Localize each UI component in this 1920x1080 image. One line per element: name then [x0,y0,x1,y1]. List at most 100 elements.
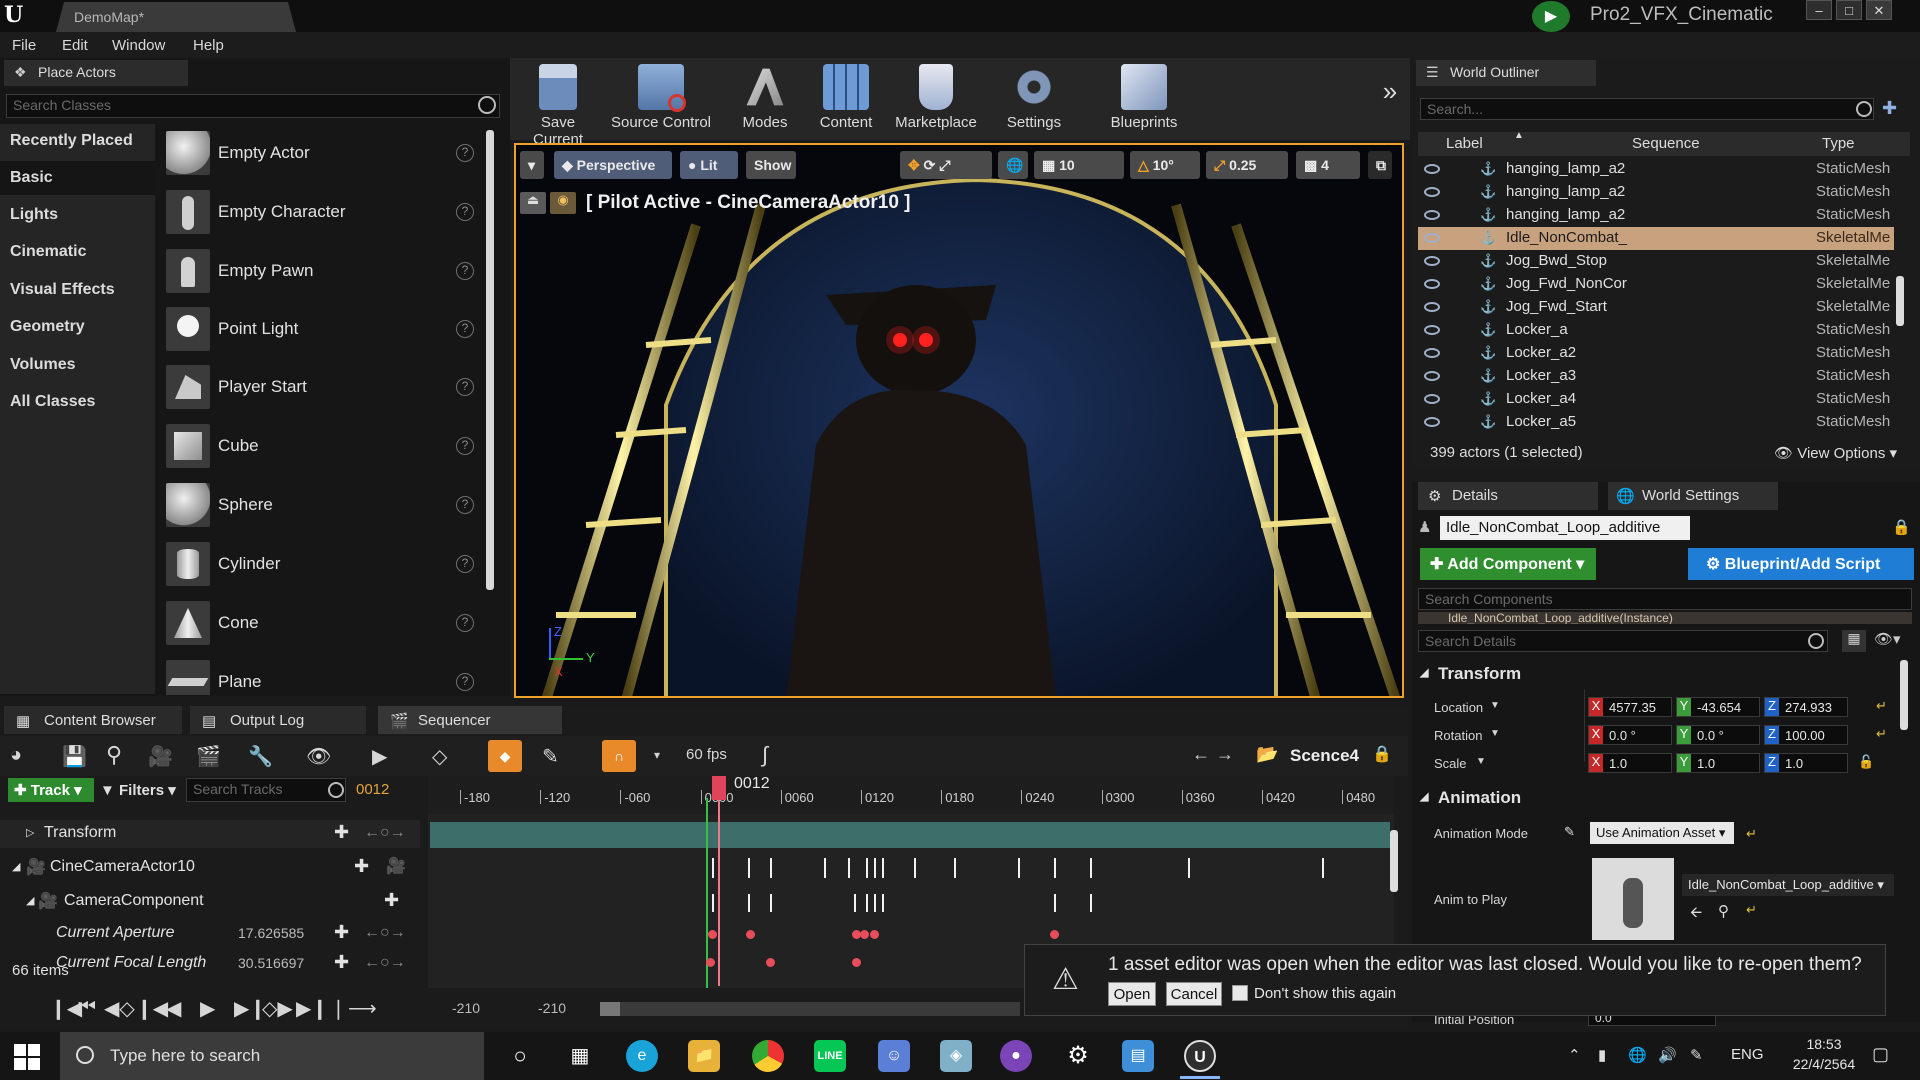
add-key-icon[interactable]: ✚ [384,890,399,911]
track-value[interactable]: 30.516697 [238,955,304,971]
chevron-down-icon[interactable]: ▼ [1490,700,1500,711]
discord-icon[interactable]: ☺ [878,1040,910,1072]
help-icon[interactable]: ? [456,262,474,280]
scale-z-field[interactable]: Z 1.0 [1764,753,1848,773]
visibility-eye-icon[interactable] [1424,256,1440,266]
content-button[interactable]: Content [810,58,882,140]
reset-icon[interactable]: ↵ [1876,698,1887,714]
battery-icon[interactable]: ▮ [1598,1046,1606,1064]
collapse-icon[interactable]: ◢ [12,860,20,873]
document-tab[interactable]: DemoMap* [56,2,296,32]
lock-scale-icon[interactable]: 🔓 [1858,754,1874,770]
col-type[interactable]: Type [1822,135,1855,152]
outliner-row[interactable]: ⚓ Jog_Fwd_Start SkeletalMe [1418,296,1894,319]
previous-key-icon[interactable]: ◀◇ [104,996,135,1021]
actor-item[interactable]: Point Light ? [160,302,480,360]
camera-cut-icon[interactable]: 🎥 [386,856,406,876]
visibility-eye-icon[interactable] [1424,302,1440,312]
range-end-icon[interactable]: ⟶ [348,996,377,1021]
keyframe-mark[interactable] [712,894,714,912]
component-row[interactable]: Idle_NonCombat_Loop_additive(Instance) [1418,612,1912,624]
rotation-snap-button[interactable]: △ 10° [1130,151,1200,179]
keyframe-mark[interactable] [848,858,850,878]
clock-time[interactable]: 18:53 [1794,1036,1854,1052]
outliner-row[interactable]: ⚓ hanging_lamp_a2 StaticMesh [1418,204,1894,227]
visibility-eye-icon[interactable] [1424,371,1440,381]
gear-icon[interactable]: ⚙ [1062,1040,1094,1072]
grid-snap-button[interactable]: ▦ 10 [1034,151,1124,179]
category-lights[interactable]: Lights [0,198,155,232]
keyframe-mark[interactable] [1188,858,1190,878]
col-sequence[interactable]: Sequence [1632,135,1700,152]
keyframe-mark[interactable] [748,858,750,878]
maximize-viewport-icon[interactable]: ⧉ [1368,151,1392,179]
browse-icon[interactable]: ⚲ [1718,902,1729,920]
task-view-icon[interactable]: ▦ [564,1040,596,1072]
curve-editor-icon[interactable]: ∫ [762,742,768,768]
toolbar-overflow-button[interactable]: » [1378,58,1402,140]
help-icon[interactable]: ? [456,320,474,338]
add-component-button[interactable]: ✚ Add Component ▾ [1420,548,1596,580]
col-label[interactable]: Label [1446,135,1483,152]
render-movie-icon[interactable]: 🎬 [196,744,221,769]
eject-icon[interactable]: ⏏ [520,192,546,214]
use-selected-icon[interactable]: 🡨 [1690,902,1702,927]
add-track-button[interactable]: ✚ Track ▾ [8,778,94,802]
keyframe-mark[interactable] [882,894,884,912]
scale-snap-button[interactable]: ⤢ 0.25 [1206,151,1288,179]
forward-arrow-icon[interactable]: → [1216,744,1234,765]
visibility-eye-icon[interactable] [1424,164,1440,174]
search-details-input[interactable]: Search Details [1418,630,1828,652]
world-icon[interactable]: ◕ [10,744,22,767]
tab-content-browser[interactable]: ▦ Content Browser [4,706,182,734]
visibility-eye-icon[interactable] [1424,394,1440,404]
play-menu-icon[interactable]: ▶ [372,744,387,769]
windows-start-icon[interactable] [14,1044,40,1070]
step-back-icon[interactable]: ❙◀ [136,996,168,1021]
location-x-field[interactable]: X 4577.35 [1588,697,1672,717]
add-key-icon[interactable]: ✚ [334,922,349,943]
transform-section[interactable]: ◢ Transform [1414,660,1914,688]
camera-speed-button[interactable]: ▩ 4 [1296,151,1360,179]
category-all-classes[interactable]: All Classes [0,385,155,419]
search-tracks-input[interactable]: Search Tracks [186,778,346,802]
outliner-row[interactable]: ⚓ Locker_a4 StaticMesh [1418,388,1894,411]
transform-tools[interactable]: ✥ ⟳ ⤢ [900,151,992,179]
range-end-field[interactable]: -210 [538,1000,566,1016]
playhead[interactable] [718,778,720,986]
blueprint-add-script-button[interactable]: ⚙ Blueprint/Add Script [1688,548,1914,580]
tab-place-actors[interactable]: ❖ Place Actors [4,60,188,86]
actor-item[interactable]: Sphere ? [160,478,480,536]
track-current-aperture[interactable]: Current Aperture 17.626585 ✚ ←○→ [0,920,420,948]
key-nav-icon[interactable]: ←○→ [364,824,406,842]
app-icon[interactable]: ◈ [940,1040,972,1072]
actor-item[interactable]: Plane ? [160,655,480,695]
show-button[interactable]: Show [746,151,796,179]
lock-icon[interactable]: 🔒 [1372,744,1392,764]
timeline-scrollbar[interactable] [600,1002,1020,1016]
anim-asset-picker[interactable]: Idle_NonCombat_Loop_additive ▾ [1682,874,1894,896]
source-control-button[interactable]: Source Control [606,58,716,140]
chevron-down-icon[interactable]: ▼ [1490,728,1500,739]
keyframe-dot[interactable] [1050,930,1059,939]
time-ruler[interactable]: -180-120-0600000006001200180024003000360… [428,776,1394,814]
loop-icon[interactable]: ❘ [330,996,347,1021]
keyframe-mark[interactable] [824,858,826,878]
cortana-icon[interactable]: ○ [504,1040,536,1072]
scrollbar[interactable] [1390,830,1398,892]
blueprints-button[interactable]: Blueprints [1096,58,1192,140]
github-icon[interactable]: ● [1000,1040,1032,1072]
collapse-icon[interactable]: ◢ [26,894,34,907]
track-cine-camera[interactable]: ◢ 🎥 CineCameraActor10 ✚ 🎥 [0,854,420,882]
lock-icon[interactable]: 🔒 [1892,518,1911,536]
search-classes-input[interactable]: Search Classes [6,94,500,118]
auto-key-icon[interactable]: ◆ [488,740,522,772]
anim-thumbnail[interactable] [1592,858,1674,940]
outliner-row[interactable]: ⚓ Locker_a2 StaticMesh [1418,342,1894,365]
visibility-eye-icon[interactable] [1424,279,1440,289]
modes-button[interactable]: Modes [730,58,800,140]
actor-item[interactable]: Cube ? [160,419,480,477]
keyframe-mark[interactable] [1054,858,1056,878]
actor-item[interactable]: Empty Actor ? [160,126,480,184]
reset-icon[interactable]: ↵ [1746,826,1757,842]
